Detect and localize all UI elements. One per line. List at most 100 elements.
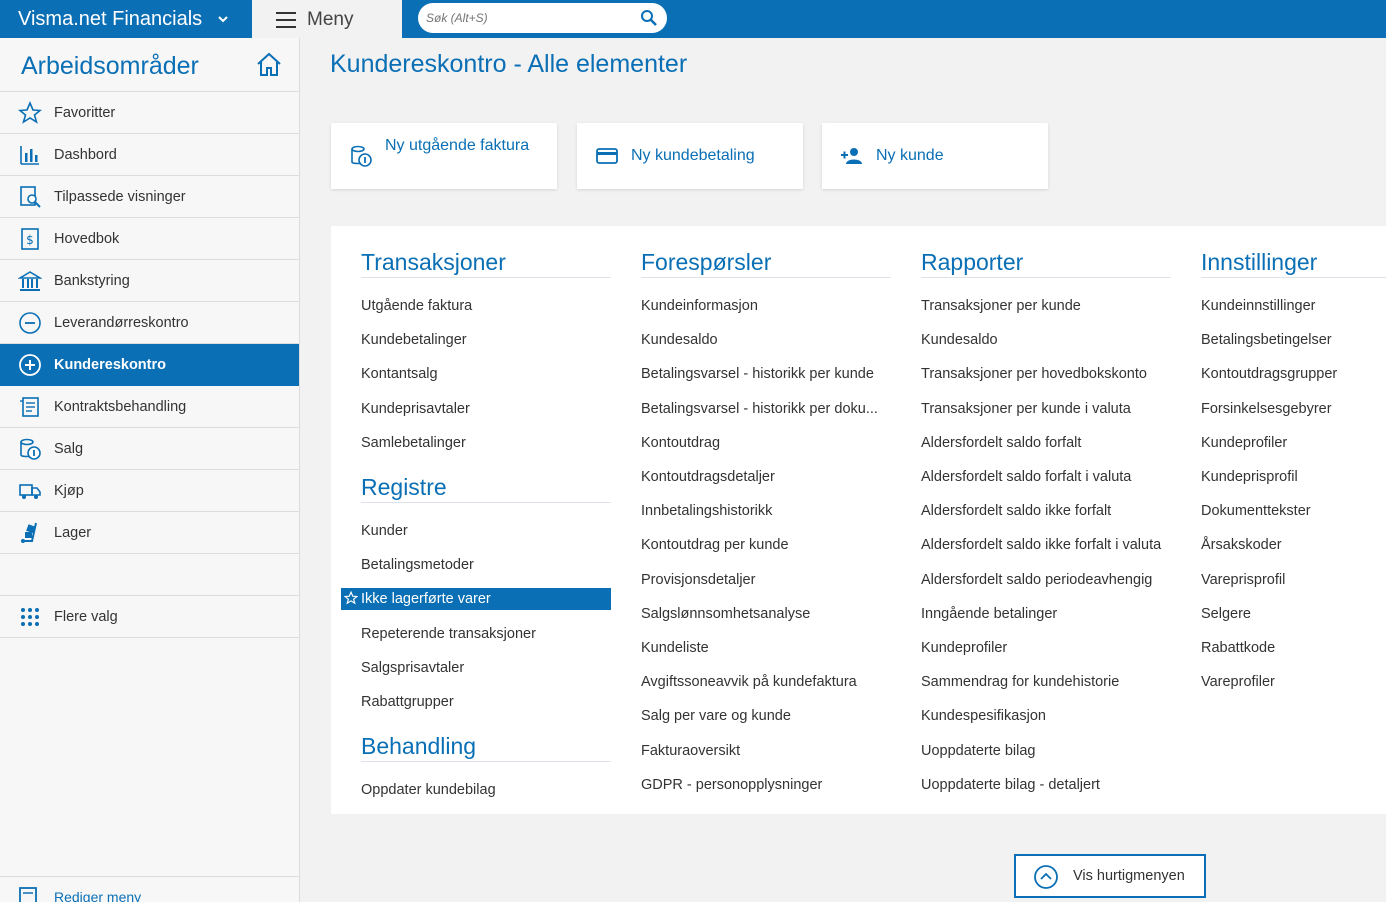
menu-link[interactable]: Kundebetalinger xyxy=(361,329,611,351)
menu-link[interactable]: Transaksjoner per kunde i valuta xyxy=(921,398,1171,420)
menu-link[interactable]: Uoppdaterte bilag xyxy=(921,740,1171,762)
sidebar-item-flere-valg[interactable]: Flere valg xyxy=(0,596,299,638)
menu-link[interactable]: Sammendrag for kundehistorie xyxy=(921,671,1171,693)
menu-link[interactable]: Samlebetalinger xyxy=(361,432,611,454)
menu-link[interactable]: Forsinkelsesgebyrer xyxy=(1201,398,1386,420)
menu-link[interactable]: Betalingsbetingelser xyxy=(1201,329,1386,351)
menu-link[interactable]: Aldersfordelt saldo ikke forfalt i valut… xyxy=(921,534,1171,556)
menu-link-selected[interactable]: Ikke lagerførte varer xyxy=(341,588,611,611)
menu-link-label: Betalingsvarsel - historikk per doku... xyxy=(641,400,878,417)
sidebar-item-lager[interactable]: Lager xyxy=(0,512,299,554)
menu-link[interactable]: Salgsprisavtaler xyxy=(361,657,611,679)
menu-link[interactable]: Betalingsvarsel - historikk per kunde xyxy=(641,363,891,385)
new-customer-payment-button[interactable]: Ny kundebetaling xyxy=(577,123,803,189)
sidebar-item-dashbord[interactable]: Dashbord xyxy=(0,134,299,176)
menu-link[interactable]: Kundeinnstillinger xyxy=(1201,295,1386,317)
menu-link[interactable]: Utgående faktura xyxy=(361,295,611,317)
sidebar-item-tilpassede-visninger[interactable]: Tilpassede visninger xyxy=(0,176,299,218)
menu-link[interactable]: Kundeprisavtaler xyxy=(361,398,611,420)
menu-link[interactable]: Transaksjoner per hovedbokskonto xyxy=(921,363,1171,385)
favorite-star-icon[interactable] xyxy=(344,591,358,605)
menu-link[interactable]: Betalingsvarsel - historikk per doku... xyxy=(641,398,891,420)
grid-icon xyxy=(21,608,39,626)
menu-link-label: Dokumenttekster xyxy=(1201,503,1311,520)
star-icon xyxy=(18,101,42,124)
menu-link[interactable]: Skriv ut faktura xyxy=(361,813,611,814)
quick-action-label: Ny kunde xyxy=(876,147,944,164)
menu-link[interactable]: Kontoutdrag xyxy=(641,432,891,454)
sidebar-item-kjøp[interactable]: Kjøp xyxy=(0,470,299,512)
menu-link-label: Betalingsbetingelser xyxy=(1201,332,1332,349)
menu-link[interactable]: Inngående betalinger xyxy=(921,603,1171,625)
menu-link-label: Kundebetalinger xyxy=(361,332,467,349)
add-person-icon xyxy=(841,148,862,164)
menu-link[interactable]: Innbetalingshistorikk xyxy=(641,500,891,522)
sidebar-item-hovedbok[interactable]: $ Hovedbok xyxy=(0,218,299,260)
menu-link[interactable]: Kontoutdragsdetaljer xyxy=(641,466,891,488)
sidebar-item-leverandørreskontro[interactable]: Leverandørreskontro xyxy=(0,302,299,344)
menu-link[interactable]: Avgiftssoneavvik på kundefaktura xyxy=(641,671,891,693)
new-outgoing-invoice-button[interactable]: Ny utgående faktura xyxy=(331,123,557,189)
menu-link[interactable]: Kundeprofiler xyxy=(1201,432,1386,454)
menu-link[interactable]: Aldersfordelt saldo forfalt xyxy=(921,432,1171,454)
top-bar: Visma.net Financials Meny xyxy=(0,0,1386,40)
menu-link[interactable]: Repeterende transaksjoner xyxy=(361,623,611,645)
menu-link[interactable]: Kundeprisprofil xyxy=(1201,466,1386,488)
menu-link[interactable]: Årsakskoder xyxy=(1201,534,1386,556)
menu-link[interactable]: Aldersfordelt saldo periodeavhengig xyxy=(921,569,1171,591)
edit-menu-link[interactable]: Rediger meny xyxy=(0,876,299,902)
menu-link[interactable]: Salg per vare og kunde xyxy=(641,705,891,727)
menu-link-label: Oppdater kundebilag xyxy=(361,782,496,799)
menu-link-label: Samlebetalinger xyxy=(361,434,466,451)
menu-link[interactable]: Dokumenttekster xyxy=(1201,500,1386,522)
edit-menu-label: Rediger meny xyxy=(54,889,142,902)
menu-link-label: Kundeprisavtaler xyxy=(361,400,470,417)
menu-link[interactable]: Selgere xyxy=(1201,603,1386,625)
menu-link[interactable]: Kontoutdrag per kunde xyxy=(641,534,891,556)
menu-link[interactable]: Oppdater kundebilag xyxy=(361,779,611,801)
sidebar-item-salg[interactable]: Salg xyxy=(0,428,299,470)
brand-switcher[interactable]: Visma.net Financials xyxy=(0,0,252,38)
menu-link-label: Kundesaldo xyxy=(921,332,998,349)
menu-link[interactable]: Kundeliste xyxy=(641,637,891,659)
menu-link-label: Uoppdaterte bilag - detaljert xyxy=(921,776,1100,793)
menu-link[interactable]: Vareprofiler xyxy=(1201,671,1386,693)
menu-link[interactable]: Kundesaldo xyxy=(641,329,891,351)
menu-link[interactable]: Aldersfordelt saldo forfalt i valuta xyxy=(921,466,1171,488)
menu-link[interactable]: Provisjonsdetaljer xyxy=(641,569,891,591)
menu-link[interactable]: Salgslønnsomhetsanalyse xyxy=(641,603,891,625)
menu-link[interactable]: Kundespesifikasjon xyxy=(921,705,1171,727)
search-icon[interactable] xyxy=(640,9,658,27)
menu-link[interactable]: Kontoutdragsgrupper xyxy=(1201,363,1386,385)
menu-link[interactable]: Rabattgrupper xyxy=(361,691,611,713)
menu-link[interactable]: Kundesaldo xyxy=(921,329,1171,351)
menu-link-label: Kunder xyxy=(361,523,408,539)
menu-link[interactable]: Kundeprofiler xyxy=(921,637,1171,659)
menu-link[interactable]: Fakturaoversikt xyxy=(641,740,891,762)
menu-link-label: Rabattgrupper xyxy=(361,694,454,710)
menu-link[interactable]: Kundeinformasjon xyxy=(641,295,891,317)
sidebar-item-label: Kundereskontro xyxy=(54,357,166,373)
menu-link[interactable]: Aldersfordelt saldo ikke forfalt xyxy=(921,500,1171,522)
menu-link-label: Fakturaoversikt xyxy=(641,742,741,759)
menu-link[interactable]: Betalingsmetoder xyxy=(361,554,611,576)
sidebar-item-favoritter[interactable]: Favoritter xyxy=(0,92,299,134)
menu-link[interactable]: Kunder xyxy=(361,520,611,542)
menu-link[interactable]: Transaksjoner per kunde xyxy=(921,295,1171,317)
menu-link-label: Aldersfordelt saldo periodeavhengig xyxy=(921,571,1153,588)
menu-link[interactable]: Kontantsalg xyxy=(361,363,611,385)
sidebar-item-kundereskontro[interactable]: Kundereskontro xyxy=(0,344,299,386)
home-icon[interactable] xyxy=(255,51,283,77)
menu-link-label: Kontoutdragsgrupper xyxy=(1201,366,1338,383)
menu-link[interactable]: Vareprisprofil xyxy=(1201,569,1386,591)
menu-link-label: Salg per vare og kunde xyxy=(641,708,791,725)
menu-tab[interactable]: Meny xyxy=(252,0,402,40)
menu-link[interactable]: GDPR - personopplysninger xyxy=(641,774,891,796)
search-input[interactable] xyxy=(418,3,628,33)
new-customer-button[interactable]: Ny kunde xyxy=(822,123,1048,189)
sidebar-item-kontraktsbehandling[interactable]: Kontraktsbehandling xyxy=(0,386,299,428)
show-quick-menu-button[interactable]: Vis hurtigmenyen xyxy=(1014,854,1206,898)
sidebar-item-bankstyring[interactable]: Bankstyring xyxy=(0,260,299,302)
menu-link[interactable]: Uoppdaterte bilag - detaljert xyxy=(921,774,1171,796)
menu-link[interactable]: Rabattkode xyxy=(1201,637,1386,659)
